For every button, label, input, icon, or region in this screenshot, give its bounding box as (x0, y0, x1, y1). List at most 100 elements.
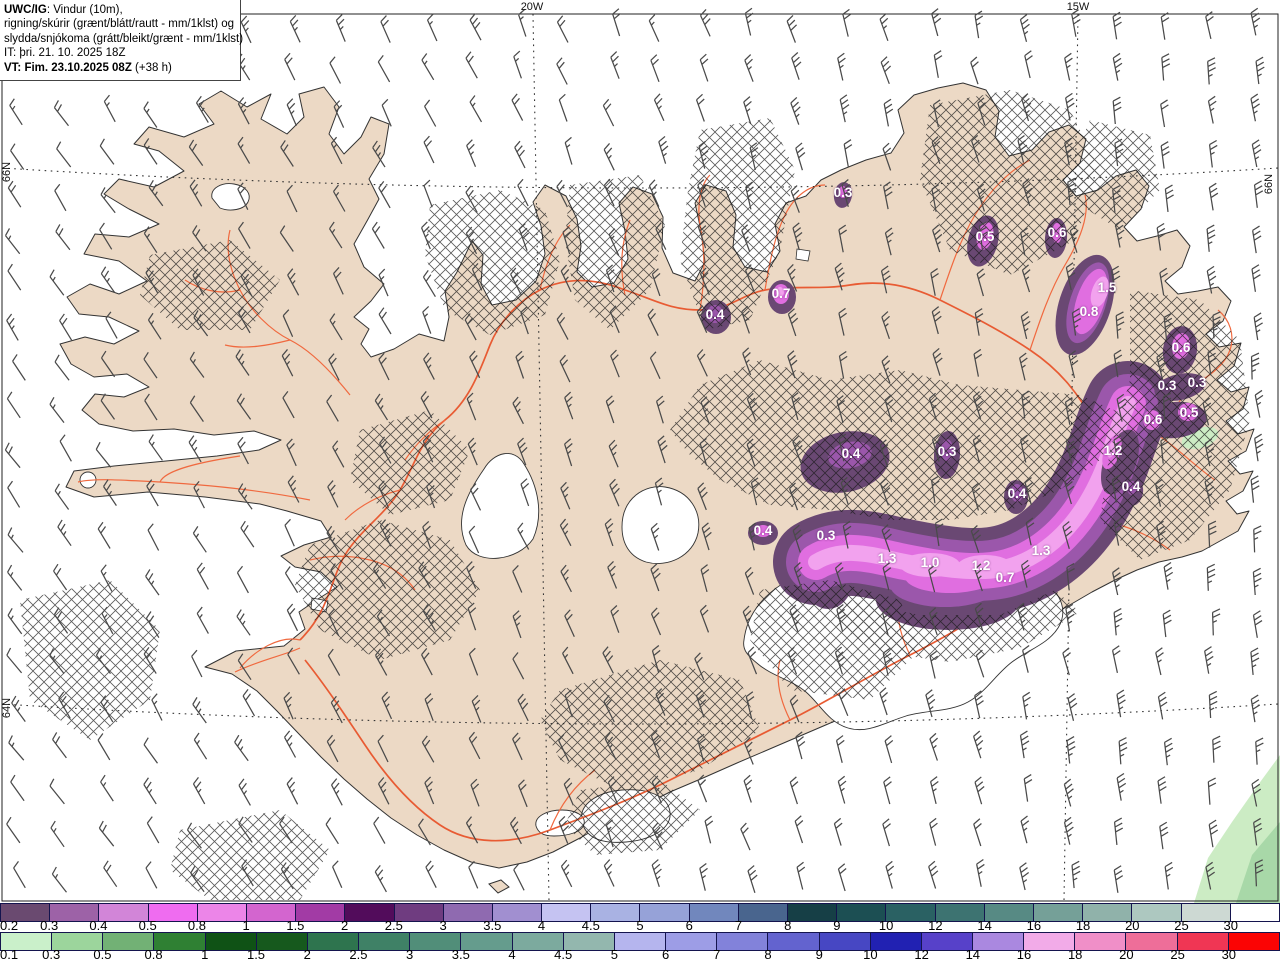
scale-cell (717, 933, 769, 950)
scale-tick-label: 6 (685, 918, 693, 933)
header-line-2: rigning/skúrir (grænt/blátt/rautt - mm/1… (4, 18, 235, 31)
scale-tick-label: 0.1 (0, 947, 19, 960)
graticule-label: 64N (1, 698, 13, 718)
precip-value-label: 0.6 (1172, 340, 1191, 355)
precip-value-label: 0.3 (834, 185, 853, 200)
scale-tick-label: 3.5 (451, 947, 470, 960)
header-line-3: slydda/snjókoma (grátt/bleikt/grænt - mm… (4, 32, 244, 45)
precip-value-label: 0.4 (1008, 486, 1027, 501)
scale-cell (738, 904, 788, 921)
forecast-header: UWC/IG: Vindur (10m), rigning/skúrir (gr… (0, 0, 244, 82)
precip-value-label: 1.0 (921, 555, 940, 570)
scale-tick-label: 8 (764, 947, 772, 960)
header-line-4: IT: þri. 21. 10. 2025 18Z (4, 47, 126, 60)
rain-scale-labels: 0.1 0.3 0.5 0.8 1 1.5 2 2.5 3 3.5 4 4.5 5 6 7 8 9 10 12 14 1… (0, 947, 1280, 960)
scale-tick-label: 12 (914, 947, 929, 960)
scale-tick-label: 12 (928, 918, 943, 933)
scale-tick-label: 2 (340, 918, 349, 933)
scale-tick-label: 8 (784, 918, 792, 933)
scale-tick-label: 0.8 (144, 947, 163, 960)
precip-value-label: 1.2 (1104, 443, 1123, 458)
scale-tick-label: 2 (303, 947, 311, 960)
scale-tick-label: 4 (537, 918, 546, 933)
scale-tick-label: 1.5 (286, 918, 305, 933)
graticule-label: 20W (521, 1, 544, 13)
scale-tick-label: 7 (713, 947, 721, 960)
scale-tick-label: 16 (1016, 947, 1032, 960)
scale-tick-label: 18 (1067, 947, 1083, 960)
scale-tick-label: 4 (508, 947, 516, 960)
scale-tick-label: 3.5 (483, 918, 502, 933)
scale-tick-label: 20 (1119, 947, 1134, 960)
precip-value-label: 1.5 (1098, 280, 1117, 295)
scale-cell (1230, 904, 1279, 921)
scale-tick-label: 0.3 (40, 918, 59, 933)
precip-value-label: 0.8 (1080, 304, 1099, 319)
precip-value-label: 0.4 (706, 307, 725, 322)
sleet-snow-scale: 0.2 0.3 0.4 0.5 0.8 1 1.5 2 2.5 3 3.5 4 4.5 5 6 7 8 9 10 12… (0, 903, 1280, 932)
scale-tick-label: 5 (636, 918, 644, 933)
scale-cell (1228, 933, 1279, 950)
scale-tick-label: 25 (1174, 918, 1189, 933)
scale-tick-label: 1 (242, 918, 250, 933)
precip-value-label: 0.3 (1158, 378, 1177, 393)
scale-cell (689, 904, 739, 921)
scale-tick-label: 0.8 (187, 918, 206, 933)
header-line-1: UWC/IG: Vindur (10m), (4, 3, 236, 17)
scale-tick-label: 18 (1075, 918, 1091, 933)
scale-cell (640, 904, 690, 921)
precip-value-label: 0.4 (1122, 479, 1141, 494)
precip-value-label: 0.7 (996, 570, 1015, 585)
weather-map-page: 20W 15W 66N 66N 64N 0.3 0.5 0.6 1.5 0.8 0.4 0.7 0.6… (0, 0, 1280, 960)
valid-time: VT: Fim. 23.10.2025 08Z (4, 61, 132, 74)
scale-tick-label: 0.3 (42, 947, 61, 960)
scale-cell (666, 933, 718, 950)
scale-tick-label: 3 (439, 918, 447, 933)
scale-tick-label: 2.5 (384, 918, 403, 933)
precip-value-label: 0.5 (976, 229, 995, 244)
scale-tick-label: 14 (965, 947, 981, 960)
scale-tick-label: 3 (405, 947, 414, 960)
scale-cell (768, 933, 820, 950)
scale-tick-label: 0.5 (138, 918, 157, 933)
scale-tick-label: 10 (878, 918, 894, 933)
precip-value-label: 1.3 (878, 551, 897, 566)
precip-value-label: 0.7 (772, 286, 791, 301)
header-line-5-rest: (+38 h) (131, 61, 172, 74)
scale-tick-label: 30 (1221, 947, 1237, 960)
rain-scale: 0.1 0.3 0.5 0.8 1 1.5 2 2.5 3 3.5 4 4.5 5 6 7 8 9 10 12 14 1… (0, 932, 1280, 960)
scale-tick-label: 20 (1125, 918, 1140, 933)
precip-value-label: 1.2 (972, 558, 991, 573)
scale-tick-label: 4.5 (581, 918, 600, 933)
precip-value-label: 1.3 (1032, 543, 1051, 558)
scale-tick-label: 9 (815, 947, 823, 960)
scale-tick-label: 0.4 (89, 918, 108, 933)
graticule-label: 66N (1263, 174, 1275, 194)
legend-scales: 0.2 0.3 0.4 0.5 0.8 1 1.5 2 2.5 3 3.5 4 4.5 5 6 7 8 9 10 12… (0, 903, 1280, 960)
precip-value-label: 0.5 (1180, 405, 1199, 420)
scale-tick-label: 1 (201, 947, 209, 960)
scale-tick-label: 6 (661, 947, 670, 960)
scale-tick-label: 9 (833, 918, 841, 933)
scale-tick-label: 16 (1026, 918, 1042, 933)
precip-value-label: 0.6 (1048, 225, 1067, 240)
scale-tick-label: 1.5 (246, 947, 266, 960)
scale-tick-label: 14 (977, 918, 992, 933)
scale-tick-label: 2.5 (349, 947, 368, 960)
scale-tick-label: 4.5 (554, 947, 573, 960)
precip-value-label: 0.3 (938, 444, 957, 459)
scale-tick-label: 10 (863, 947, 878, 960)
precip-value-label: 0.6 (1144, 412, 1163, 427)
precip-value-label: 0.3 (817, 528, 836, 543)
scale-tick-label: 5 (610, 947, 619, 960)
rain-scale-boxes (0, 932, 1280, 951)
precip-value-label: 0.4 (842, 446, 861, 461)
scale-tick-label: 0.5 (93, 947, 112, 960)
scale-cell (788, 904, 838, 921)
scale-tick-label: 0.2 (0, 918, 19, 933)
map-svg: 20W 15W66N66N64N 0.30.5 0.61.50.80.40.70.6… (0, 0, 1280, 903)
glacier-hofsjokull (621, 486, 700, 564)
scale-tick-label: 30 (1223, 918, 1238, 933)
lake-myvatn (795, 248, 811, 262)
precip-value-label: 0.4 (754, 523, 773, 538)
